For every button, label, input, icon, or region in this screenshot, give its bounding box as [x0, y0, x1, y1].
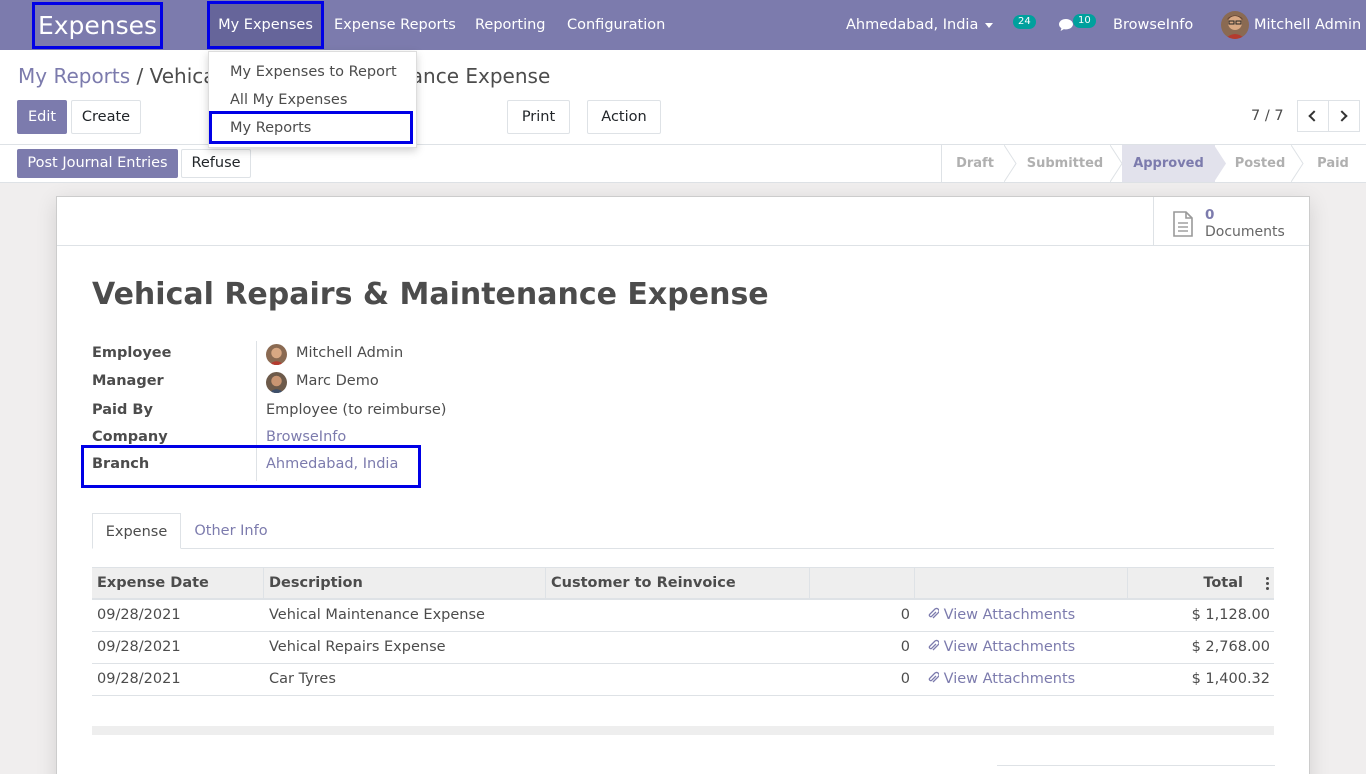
caret-down-icon — [985, 22, 994, 28]
edit-button[interactable]: Edit — [17, 100, 67, 134]
my-expenses-dropdown: My Expenses to Report All My Expenses My… — [208, 51, 417, 148]
branch-highlight-box — [81, 445, 421, 488]
row-quantity: 0 — [900, 607, 910, 623]
pager-value[interactable]: 7 / 7 — [1251, 108, 1284, 124]
optional-columns-icon[interactable] — [1266, 577, 1269, 590]
stage-arrow — [1291, 145, 1304, 182]
branch-switcher-label: Ahmedabad, India — [846, 17, 979, 33]
table-header: Expense Date Description Customer to Rei… — [92, 567, 1274, 600]
notebook-tabs: Expense Other Info — [92, 513, 1274, 549]
column-attachments[interactable] — [915, 568, 1128, 599]
stage-pipeline: Draft Submitted Approved Posted Paid — [941, 145, 1349, 182]
documents-button[interactable]: 0 Documents — [1153, 197, 1309, 246]
control-panel: My Reports / Vehical Repairs & Maintenan… — [0, 50, 1366, 145]
pager-previous-button[interactable] — [1297, 100, 1329, 132]
breadcrumb-separator: / — [130, 64, 150, 88]
message-count-badge: 10 — [1073, 14, 1096, 28]
manager-value[interactable]: Marc Demo — [296, 373, 379, 389]
create-button[interactable]: Create — [71, 100, 141, 134]
stage-draft[interactable]: Draft — [942, 145, 1008, 182]
paperclip-icon — [928, 607, 940, 619]
menu-configuration[interactable]: Configuration — [567, 0, 665, 50]
column-total[interactable]: Total — [1128, 568, 1274, 599]
dropdown-item-my-expenses-to-report[interactable]: My Expenses to Report — [230, 58, 397, 86]
manager-label: Manager — [92, 373, 164, 389]
manager-avatar — [266, 372, 287, 393]
tab-expense[interactable]: Expense — [92, 513, 181, 549]
row-quantity: 0 — [900, 671, 910, 687]
row-total: $ 1,400.32 — [1191, 671, 1270, 687]
column-quantity[interactable] — [810, 568, 915, 599]
row-date: 09/28/2021 — [97, 607, 181, 623]
paid-by-value[interactable]: Employee (to reimburse) — [266, 402, 446, 418]
paid-by-label: Paid By — [92, 402, 153, 418]
action-button[interactable]: Action — [587, 100, 661, 134]
stage-approved[interactable]: Approved — [1122, 145, 1215, 182]
post-journal-entries-button[interactable]: Post Journal Entries — [17, 149, 178, 178]
column-customer-to-reinvoice[interactable]: Customer to Reinvoice — [546, 568, 810, 599]
chevron-right-icon — [1336, 110, 1348, 122]
chat-icon — [1059, 19, 1073, 31]
top-navbar: Expenses My Expenses Expense Reports Rep… — [0, 0, 1366, 50]
breadcrumb-parent-link[interactable]: My Reports — [18, 64, 130, 88]
row-description: Vehical Repairs Expense — [269, 639, 446, 655]
employee-value[interactable]: Mitchell Admin — [296, 345, 403, 361]
table-row[interactable]: 09/28/2021 Vehical Maintenance Expense 0… — [92, 600, 1274, 632]
row-quantity: 0 — [900, 639, 910, 655]
view-attachments-link[interactable]: View Attachments — [927, 600, 1075, 631]
table-row[interactable]: 09/28/2021 Car Tyres 0 View Attachments … — [92, 664, 1274, 696]
table-row[interactable]: 09/28/2021 Vehical Repairs Expense 0 Vie… — [92, 632, 1274, 664]
stage-submitted[interactable]: Submitted — [1016, 145, 1114, 182]
view-attachments-link[interactable]: View Attachments — [927, 664, 1075, 695]
messages-button[interactable] — [1058, 0, 1074, 50]
view-attachments-label: View Attachments — [943, 607, 1076, 623]
menu-my-expenses[interactable]: My Expenses — [207, 1, 324, 49]
status-bar: Post Journal Entries Refuse Draft Submit… — [0, 145, 1366, 183]
stage-posted[interactable]: Posted — [1226, 145, 1294, 182]
totals-divider — [997, 765, 1275, 766]
company-value[interactable]: BrowseInfo — [266, 429, 346, 445]
tab-other-info[interactable]: Other Info — [181, 513, 281, 549]
company-label: Company — [92, 429, 168, 445]
chevron-left-icon — [1308, 110, 1320, 122]
row-total: $ 2,768.00 — [1191, 639, 1270, 655]
pager-next-button[interactable] — [1328, 100, 1360, 132]
print-button[interactable]: Print — [507, 100, 570, 134]
dropdown-item-all-my-expenses[interactable]: All My Expenses — [230, 86, 347, 114]
document-icon — [1173, 211, 1193, 237]
documents-label: Documents — [1205, 224, 1285, 240]
menu-reporting[interactable]: Reporting — [475, 0, 546, 50]
smart-button-box: 0 Documents — [57, 197, 1309, 246]
row-date: 09/28/2021 — [97, 639, 181, 655]
table-footer — [92, 726, 1274, 735]
stage-paid[interactable]: Paid — [1304, 145, 1362, 182]
refuse-button[interactable]: Refuse — [181, 149, 251, 178]
row-description: Car Tyres — [269, 671, 336, 687]
form-sheet: 0 Documents Vehical Repairs & Maintenanc… — [56, 196, 1310, 774]
paperclip-icon — [928, 639, 940, 651]
documents-count: 0 — [1205, 207, 1215, 223]
view-attachments-link[interactable]: View Attachments — [927, 632, 1075, 663]
record-title: Vehical Repairs & Maintenance Expense — [92, 277, 769, 312]
app-name[interactable]: Expenses — [32, 2, 163, 49]
column-description[interactable]: Description — [264, 568, 546, 599]
view-attachments-label: View Attachments — [943, 639, 1076, 655]
branch-switcher[interactable]: Ahmedabad, India — [846, 0, 994, 50]
view-attachments-label: View Attachments — [943, 671, 1076, 687]
employee-label: Employee — [92, 345, 172, 361]
user-avatar — [1221, 11, 1249, 39]
user-menu[interactable]: Mitchell Admin — [1254, 0, 1361, 50]
row-description: Vehical Maintenance Expense — [269, 607, 485, 623]
paperclip-icon — [928, 671, 940, 683]
column-expense-date[interactable]: Expense Date — [92, 568, 264, 599]
row-date: 09/28/2021 — [97, 671, 181, 687]
employee-avatar — [266, 344, 287, 365]
company-switcher[interactable]: BrowseInfo — [1113, 0, 1193, 50]
row-total: $ 1,128.00 — [1191, 607, 1270, 623]
dropdown-highlight-box — [209, 111, 413, 144]
menu-expense-reports[interactable]: Expense Reports — [334, 0, 456, 50]
activity-count-badge: 24 — [1013, 15, 1036, 29]
